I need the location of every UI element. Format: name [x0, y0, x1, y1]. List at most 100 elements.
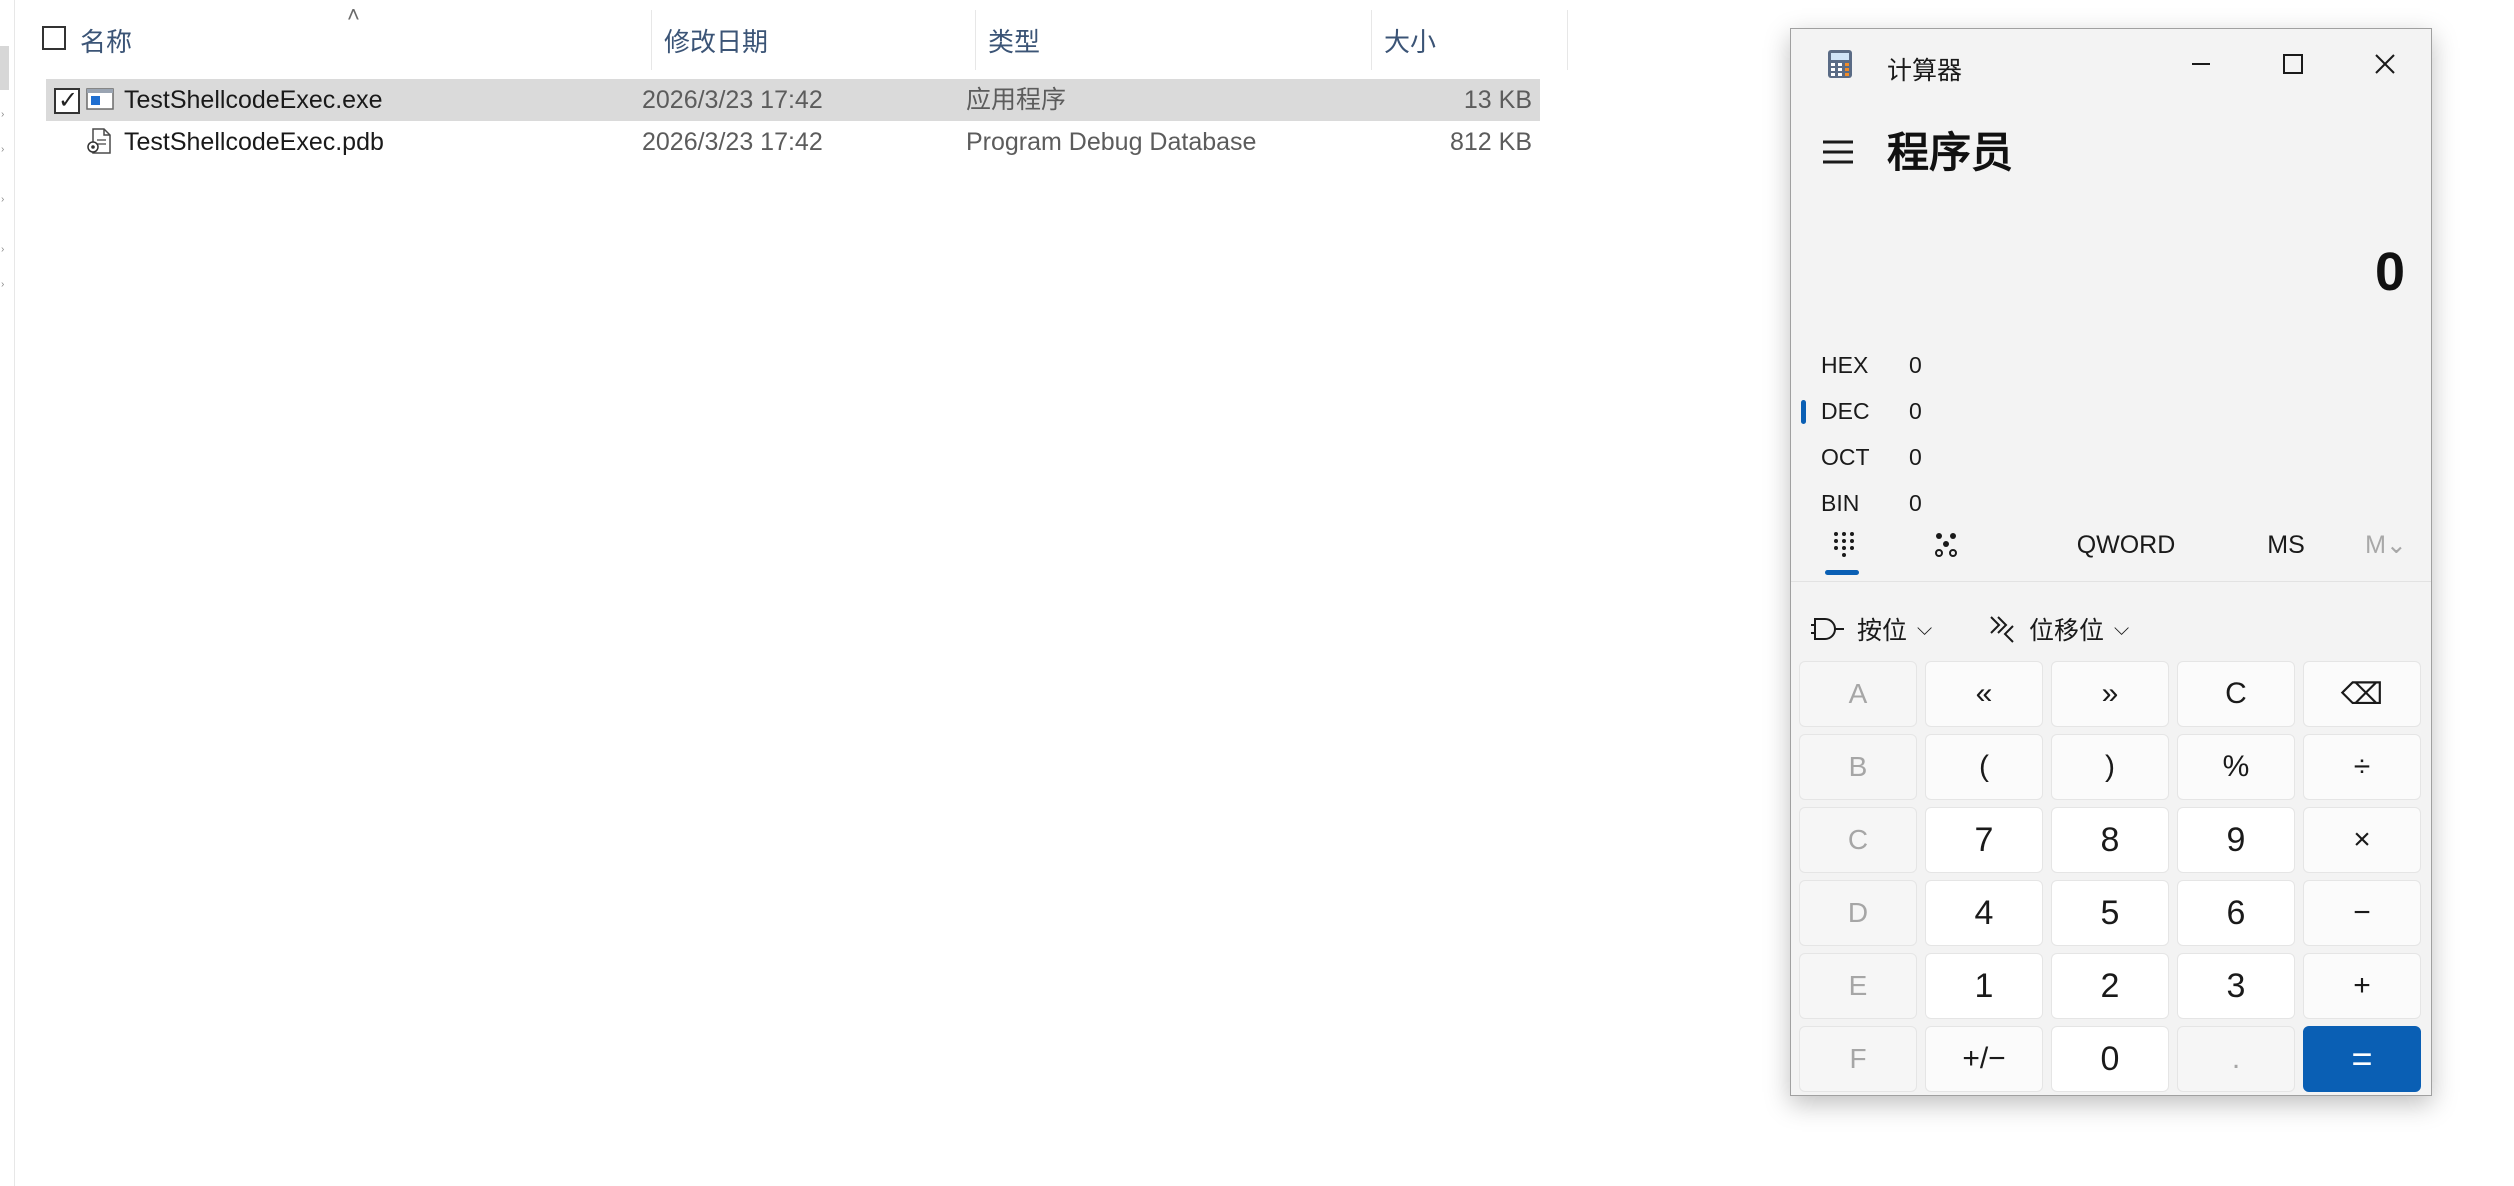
- file-row[interactable]: ✓ TestShellcodeExec.exe 2026/3/23 17:42 …: [46, 79, 1540, 121]
- file-type: Program Debug Database: [966, 128, 1257, 156]
- column-header: ˄ 名称 修改日期 类型 大小: [22, 2, 1568, 70]
- key-right-shift[interactable]: »: [2051, 661, 2169, 727]
- nav-selection-indicator: [0, 46, 9, 90]
- radix-row-dec[interactable]: DEC 0: [1791, 388, 2431, 432]
- file-size: 812 KB: [1449, 128, 1532, 156]
- memory-store-button[interactable]: MS: [2221, 509, 2351, 581]
- column-size-label: 大小: [1384, 26, 1437, 57]
- window-title: 计算器: [1887, 57, 1963, 85]
- chevron-right-icon[interactable]: ›: [1, 110, 4, 120]
- bit-toggle-icon: [1935, 533, 1957, 557]
- key-hex-f[interactable]: F: [1799, 1026, 1917, 1092]
- bit-shift-icon: [1990, 616, 2014, 643]
- word-size-button[interactable]: QWORD: [2051, 509, 2201, 581]
- chevron-right-icon[interactable]: ›: [1, 280, 4, 290]
- bitwise-dropdown[interactable]: 按位 ⌵: [1811, 597, 1932, 661]
- active-radix-indicator: [1801, 400, 1806, 424]
- file-size: 13 KB: [1463, 86, 1532, 114]
- tab-bit-toggling-keypad[interactable]: [1921, 509, 1971, 581]
- key-multiply[interactable]: ×: [2303, 807, 2421, 873]
- navigation-pane-edge: › › › › ›: [0, 0, 15, 1186]
- key-clear[interactable]: C: [2177, 661, 2295, 727]
- file-name[interactable]: TestShellcodeExec.exe: [124, 79, 382, 121]
- key-divide[interactable]: ÷: [2303, 734, 2421, 800]
- key-decimal[interactable]: .: [2177, 1026, 2295, 1092]
- column-header-type[interactable]: 类型: [976, 10, 1372, 70]
- memory-view-button[interactable]: M⌄: [2341, 509, 2431, 581]
- key-1[interactable]: 1: [1925, 953, 2043, 1019]
- title-bar[interactable]: 计算器: [1791, 29, 2431, 99]
- key-hex-e[interactable]: E: [1799, 953, 1917, 1019]
- key-hex-d[interactable]: D: [1799, 880, 1917, 946]
- calculator-window: 计算器 程序员 0 HEX 0 DEC 0 OCT 0 BIN 0 QWORD …: [1790, 28, 2432, 1096]
- key-modulo[interactable]: %: [2177, 734, 2295, 800]
- key-subtract[interactable]: −: [2303, 880, 2421, 946]
- keypad-grid-icon: [1834, 532, 1854, 557]
- keypad-mode-bar: QWORD MS M⌄: [1791, 509, 2431, 582]
- result-display: 0: [2374, 242, 2405, 302]
- file-name[interactable]: TestShellcodeExec.pdb: [124, 121, 384, 163]
- column-header-size[interactable]: 大小: [1372, 10, 1568, 70]
- column-modified-label: 修改日期: [664, 26, 769, 57]
- key-3[interactable]: 3: [2177, 953, 2295, 1019]
- radix-row-oct[interactable]: OCT 0: [1791, 434, 2431, 478]
- select-all-checkbox[interactable]: [42, 26, 66, 50]
- calculator-app-icon: [1828, 50, 1852, 78]
- exe-file-icon: [86, 88, 114, 110]
- key-hex-c[interactable]: C: [1799, 807, 1917, 873]
- minimize-icon: [2192, 63, 2210, 65]
- key-5[interactable]: 5: [2051, 880, 2169, 946]
- mode-title: 程序员: [1887, 129, 2014, 176]
- hamburger-menu-icon[interactable]: [1821, 137, 1855, 167]
- key-equals[interactable]: =: [2303, 1026, 2421, 1092]
- radix-value: 0: [1909, 444, 1922, 470]
- key-2[interactable]: 2: [2051, 953, 2169, 1019]
- key-hex-b[interactable]: B: [1799, 734, 1917, 800]
- radix-label: DEC: [1821, 398, 1870, 424]
- pdb-file-icon: [87, 128, 111, 154]
- radix-row-hex[interactable]: HEX 0: [1791, 342, 2431, 386]
- column-header-name[interactable]: 名称: [80, 10, 652, 70]
- chevron-right-icon[interactable]: ›: [1, 245, 4, 255]
- key-left-shift[interactable]: «: [1925, 661, 2043, 727]
- file-modified: 2026/3/23 17:42: [642, 86, 823, 114]
- checkmark-icon: ✓: [58, 87, 79, 114]
- key-9[interactable]: 9: [2177, 807, 2295, 873]
- chevron-right-icon[interactable]: ›: [1, 145, 4, 155]
- maximize-button[interactable]: [2247, 29, 2339, 99]
- bitwise-label: 按位: [1857, 617, 1908, 645]
- minimize-button[interactable]: [2155, 29, 2247, 99]
- key-6[interactable]: 6: [2177, 880, 2295, 946]
- radix-label: OCT: [1821, 444, 1870, 470]
- key-backspace[interactable]: ⌫: [2303, 661, 2421, 727]
- tab-full-keypad[interactable]: [1819, 509, 1869, 581]
- row-checkbox[interactable]: ✓: [54, 87, 80, 114]
- bit-shift-dropdown[interactable]: 位移位 ⌵: [1987, 597, 2129, 661]
- active-tab-indicator: [1825, 570, 1859, 575]
- maximize-icon: [2283, 54, 2303, 74]
- key-7[interactable]: 7: [1925, 807, 2043, 873]
- key-close-paren[interactable]: ): [2051, 734, 2169, 800]
- file-type: 应用程序: [966, 86, 1067, 114]
- radix-label: HEX: [1821, 352, 1869, 378]
- key-negate[interactable]: +/−: [1925, 1026, 2043, 1092]
- chevron-right-icon[interactable]: ›: [1, 195, 4, 205]
- column-type-label: 类型: [988, 26, 1041, 57]
- close-button[interactable]: [2339, 29, 2431, 99]
- key-open-paren[interactable]: (: [1925, 734, 2043, 800]
- key-add[interactable]: +: [2303, 953, 2421, 1019]
- column-header-modified[interactable]: 修改日期: [652, 10, 976, 70]
- close-icon: [2375, 54, 2395, 74]
- column-name-label: 名称: [80, 26, 133, 57]
- file-row[interactable]: TestShellcodeExec.pdb 2026/3/23 17:42 Pr…: [46, 121, 1540, 163]
- keypad: A « » C ⌫ B ( ) % ÷ C 7 8 9 × D 4 5 6 − …: [1799, 661, 2423, 1092]
- chevron-down-icon: ⌵: [2114, 617, 2130, 640]
- key-hex-a[interactable]: A: [1799, 661, 1917, 727]
- file-explorer: › › › › › ˄ 名称 修改日期 类型 大小 ✓ TestShellcod…: [0, 0, 1790, 1186]
- logic-gate-icon: [1811, 618, 1844, 640]
- radix-value: 0: [1909, 398, 1922, 424]
- key-0[interactable]: 0: [2051, 1026, 2169, 1092]
- operator-dropdown-bar: 按位 ⌵ 位移位 ⌵: [1791, 597, 2431, 661]
- key-8[interactable]: 8: [2051, 807, 2169, 873]
- key-4[interactable]: 4: [1925, 880, 2043, 946]
